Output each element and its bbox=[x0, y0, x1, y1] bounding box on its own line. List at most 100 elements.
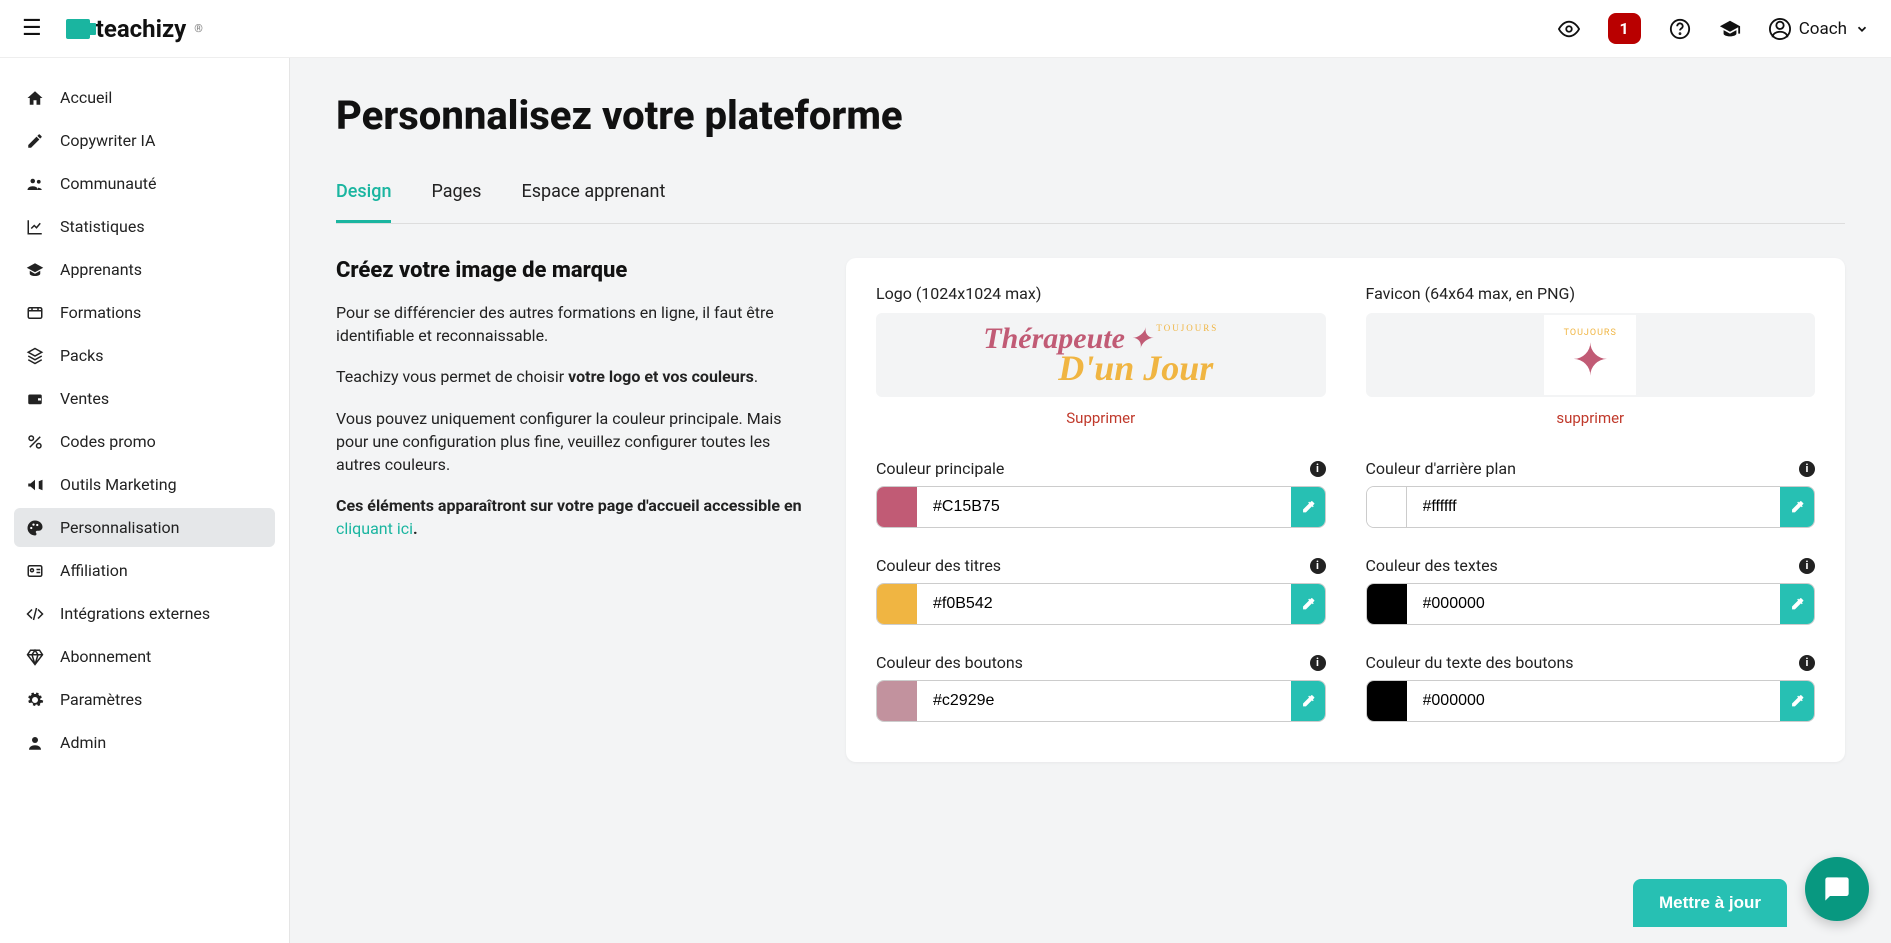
tab-espace-apprenant[interactable]: Espace apprenant bbox=[521, 181, 665, 223]
info-p4: Ces éléments apparaîtront sur votre page… bbox=[336, 494, 806, 540]
sidebar-item-personnalisation[interactable]: Personnalisation bbox=[14, 508, 275, 547]
sidebar-item-copywriter-ia[interactable]: Copywriter IA bbox=[14, 121, 275, 160]
sidebar-item-label: Affiliation bbox=[60, 561, 128, 580]
info-icon[interactable]: i bbox=[1799, 655, 1815, 671]
color-input-titles[interactable] bbox=[917, 584, 1291, 624]
color-input-primary[interactable] bbox=[917, 487, 1291, 527]
sidebar-item-label: Personnalisation bbox=[60, 518, 179, 537]
favicon-delete-button[interactable]: supprimer bbox=[1366, 409, 1816, 427]
color-label: Couleur du texte des boutons bbox=[1366, 653, 1574, 672]
color-picker-button[interactable] bbox=[1780, 681, 1814, 721]
home-icon bbox=[26, 89, 46, 107]
sidebar-item-label: Formations bbox=[60, 303, 141, 322]
sidebar-item-affiliation[interactable]: Affiliation bbox=[14, 551, 275, 590]
sidebar-item-accueil[interactable]: Accueil bbox=[14, 78, 275, 117]
sidebar-item-formations[interactable]: Formations bbox=[14, 293, 275, 332]
sidebar-item-label: Copywriter IA bbox=[60, 131, 155, 150]
color-swatch bbox=[877, 681, 917, 721]
sidebar-item-label: Ventes bbox=[60, 389, 109, 408]
color-swatch bbox=[1367, 487, 1407, 527]
sidebar-item-label: Codes promo bbox=[60, 432, 156, 451]
chevron-down-icon bbox=[1855, 22, 1869, 36]
sidebar-item-label: Paramètres bbox=[60, 690, 142, 709]
sidebar-item-label: Admin bbox=[60, 733, 106, 752]
home-link[interactable]: cliquant ici bbox=[336, 519, 413, 538]
color-swatch bbox=[877, 487, 917, 527]
color-picker-button[interactable] bbox=[1291, 584, 1325, 624]
color-field-buttons: Couleur des boutons i bbox=[876, 653, 1326, 722]
tab-pages[interactable]: Pages bbox=[431, 181, 481, 223]
info-icon[interactable]: i bbox=[1310, 461, 1326, 477]
wallet-icon bbox=[26, 390, 46, 408]
color-label: Couleur des boutons bbox=[876, 653, 1023, 672]
help-icon[interactable] bbox=[1669, 18, 1691, 40]
menu-icon[interactable]: ☰ bbox=[22, 16, 42, 41]
code-icon bbox=[26, 605, 46, 623]
info-p2: Teachizy vous permet de choisir votre lo… bbox=[336, 365, 806, 388]
stack-icon bbox=[26, 347, 46, 365]
color-picker-button[interactable] bbox=[1291, 487, 1325, 527]
sidebar-item-statistiques[interactable]: Statistiques bbox=[14, 207, 275, 246]
color-field-primary: Couleur principalei bbox=[876, 459, 1326, 528]
color-field-bg: Couleur d'arrière plani bbox=[1366, 459, 1816, 528]
sidebar-item-label: Outils Marketing bbox=[60, 475, 177, 494]
sidebar-item-admin[interactable]: Admin bbox=[14, 723, 275, 762]
color-input-btntext[interactable] bbox=[1407, 681, 1781, 721]
sidebar-item-paramètres[interactable]: Paramètres bbox=[14, 680, 275, 719]
film-icon bbox=[26, 304, 46, 322]
trademark: ® bbox=[194, 22, 203, 35]
color-swatch bbox=[877, 584, 917, 624]
color-field-text: Couleur des textesi bbox=[1366, 556, 1816, 625]
gem-icon bbox=[26, 648, 46, 666]
sidebar-item-label: Intégrations externes bbox=[60, 604, 210, 623]
favicon-preview[interactable]: TOUJOURS ✦ bbox=[1366, 313, 1816, 397]
color-field-titles: Couleur des titresi bbox=[876, 556, 1326, 625]
color-input-bg[interactable] bbox=[1407, 487, 1781, 527]
color-picker-button[interactable] bbox=[1780, 487, 1814, 527]
main-content: Personnalisez votre plateforme Design Pag… bbox=[290, 58, 1891, 943]
sidebar-item-communauté[interactable]: Communauté bbox=[14, 164, 275, 203]
palette-icon bbox=[26, 519, 46, 537]
color-picker-button[interactable] bbox=[1291, 681, 1325, 721]
info-column: Créez votre image de marque Pour se diff… bbox=[336, 258, 826, 762]
sidebar-item-ventes[interactable]: Ventes bbox=[14, 379, 275, 418]
sidebar: Accueil Copywriter IA Communauté Statistiqu… bbox=[0, 58, 290, 943]
tabs: Design Pages Espace apprenant bbox=[336, 181, 1845, 224]
sidebar-item-label: Accueil bbox=[60, 88, 112, 107]
sidebar-item-intégrations-externes[interactable]: Intégrations externes bbox=[14, 594, 275, 633]
pen-icon bbox=[26, 132, 46, 150]
info-icon[interactable]: i bbox=[1799, 461, 1815, 477]
color-swatch bbox=[1367, 584, 1407, 624]
brand-logo[interactable]: teachizy ® bbox=[66, 15, 203, 43]
color-picker-button[interactable] bbox=[1780, 584, 1814, 624]
sidebar-item-packs[interactable]: Packs bbox=[14, 336, 275, 375]
info-icon[interactable]: i bbox=[1310, 558, 1326, 574]
sidebar-item-codes-promo[interactable]: Codes promo bbox=[14, 422, 275, 461]
logo-delete-button[interactable]: Supprimer bbox=[876, 409, 1326, 427]
header: ☰ teachizy ® 1 Coach bbox=[0, 0, 1891, 58]
graduation-icon[interactable] bbox=[1719, 18, 1741, 40]
page-title: Personnalisez votre plateforme bbox=[336, 92, 1845, 139]
card-icon bbox=[26, 562, 46, 580]
info-p1: Pour se différencier des autres formatio… bbox=[336, 301, 806, 347]
sidebar-item-abonnement[interactable]: Abonnement bbox=[14, 637, 275, 676]
user-menu[interactable]: Coach bbox=[1769, 18, 1869, 40]
mega-icon bbox=[26, 476, 46, 494]
notification-badge[interactable]: 1 bbox=[1608, 13, 1641, 44]
gear-icon bbox=[26, 691, 46, 709]
chat-icon[interactable] bbox=[1805, 857, 1869, 921]
sidebar-item-label: Abonnement bbox=[60, 647, 151, 666]
tab-design[interactable]: Design bbox=[336, 181, 391, 223]
sidebar-item-label: Apprenants bbox=[60, 260, 142, 279]
update-button[interactable]: Mettre à jour bbox=[1633, 879, 1787, 927]
logo-preview[interactable]: Thérapeute ✦ TOUJOURS D'un Jour bbox=[876, 313, 1326, 397]
color-input-buttons[interactable] bbox=[917, 681, 1291, 721]
sidebar-item-label: Packs bbox=[60, 346, 103, 365]
info-icon[interactable]: i bbox=[1799, 558, 1815, 574]
sidebar-item-apprenants[interactable]: Apprenants bbox=[14, 250, 275, 289]
eye-icon[interactable] bbox=[1558, 18, 1580, 40]
color-input-text[interactable] bbox=[1407, 584, 1781, 624]
info-icon[interactable]: i bbox=[1310, 655, 1326, 671]
user-icon bbox=[26, 734, 46, 752]
sidebar-item-outils-marketing[interactable]: Outils Marketing bbox=[14, 465, 275, 504]
